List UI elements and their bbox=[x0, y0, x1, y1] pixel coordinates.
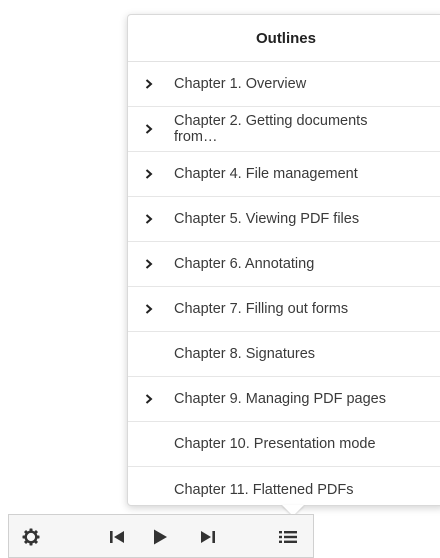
outline-item-label: Chapter 8. Signatures bbox=[174, 346, 316, 362]
chevron-right-icon[interactable] bbox=[145, 259, 153, 269]
list-icon bbox=[279, 531, 297, 543]
outline-item[interactable]: Chapter 1. Overview bbox=[128, 62, 440, 107]
gear-icon bbox=[22, 528, 40, 546]
outline-item-label: Chapter 11. Flattened PDFs bbox=[174, 481, 354, 498]
play-icon bbox=[154, 529, 167, 545]
popover-title: Outlines bbox=[128, 15, 440, 62]
outline-item[interactable]: Chapter 10. Presentation mode bbox=[128, 422, 440, 467]
chevron-right-icon[interactable] bbox=[145, 169, 153, 179]
outline-item[interactable]: Chapter 7. Filling out forms bbox=[128, 287, 440, 332]
outline-item[interactable]: Chapter 9. Managing PDF pages bbox=[128, 377, 440, 422]
outline-item[interactable]: Chapter 8. Signatures bbox=[128, 332, 440, 377]
outline-item-label: Chapter 1. Overview bbox=[174, 76, 307, 92]
outline-item-label: Chapter 5. Viewing PDF files bbox=[174, 211, 360, 227]
outline-item[interactable]: Chapter 11. Flattened PDFs bbox=[128, 467, 440, 505]
bottom-toolbar bbox=[8, 514, 314, 558]
play-button[interactable] bbox=[149, 526, 171, 548]
skip-previous-icon bbox=[110, 531, 124, 543]
chevron-right-icon[interactable] bbox=[145, 394, 153, 404]
chevron-right-icon[interactable] bbox=[145, 304, 153, 314]
outline-item[interactable]: Chapter 4. File management bbox=[128, 152, 440, 197]
previous-button[interactable] bbox=[106, 526, 128, 548]
outline-item-label: Chapter 2. Getting documents from… bbox=[174, 113, 368, 145]
outline-item-label: Chapter 7. Filling out forms bbox=[174, 301, 349, 317]
outline-item[interactable]: Chapter 2. Getting documents from… bbox=[128, 107, 440, 152]
settings-button[interactable] bbox=[20, 526, 42, 548]
skip-next-icon bbox=[201, 531, 215, 543]
outline-item-label: Chapter 9. Managing PDF pages bbox=[174, 391, 386, 407]
outline-item-label: Chapter 6. Annotating bbox=[174, 256, 315, 272]
outline-item[interactable]: Chapter 6. Annotating bbox=[128, 242, 440, 287]
chevron-right-icon[interactable] bbox=[145, 214, 153, 224]
outline-item-label: Chapter 10. Presentation mode bbox=[174, 436, 376, 452]
outlines-popover: Outlines Chapter 1. Overview Chapter 2. … bbox=[127, 14, 440, 506]
next-button[interactable] bbox=[197, 526, 219, 548]
outline-item-label: Chapter 4. File management bbox=[174, 166, 358, 182]
outline-list: Chapter 1. Overview Chapter 2. Getting d… bbox=[128, 62, 440, 505]
chevron-right-icon[interactable] bbox=[145, 79, 153, 89]
outline-button[interactable] bbox=[277, 526, 299, 548]
outline-item[interactable]: Chapter 5. Viewing PDF files bbox=[128, 197, 440, 242]
chevron-right-icon[interactable] bbox=[145, 124, 153, 134]
